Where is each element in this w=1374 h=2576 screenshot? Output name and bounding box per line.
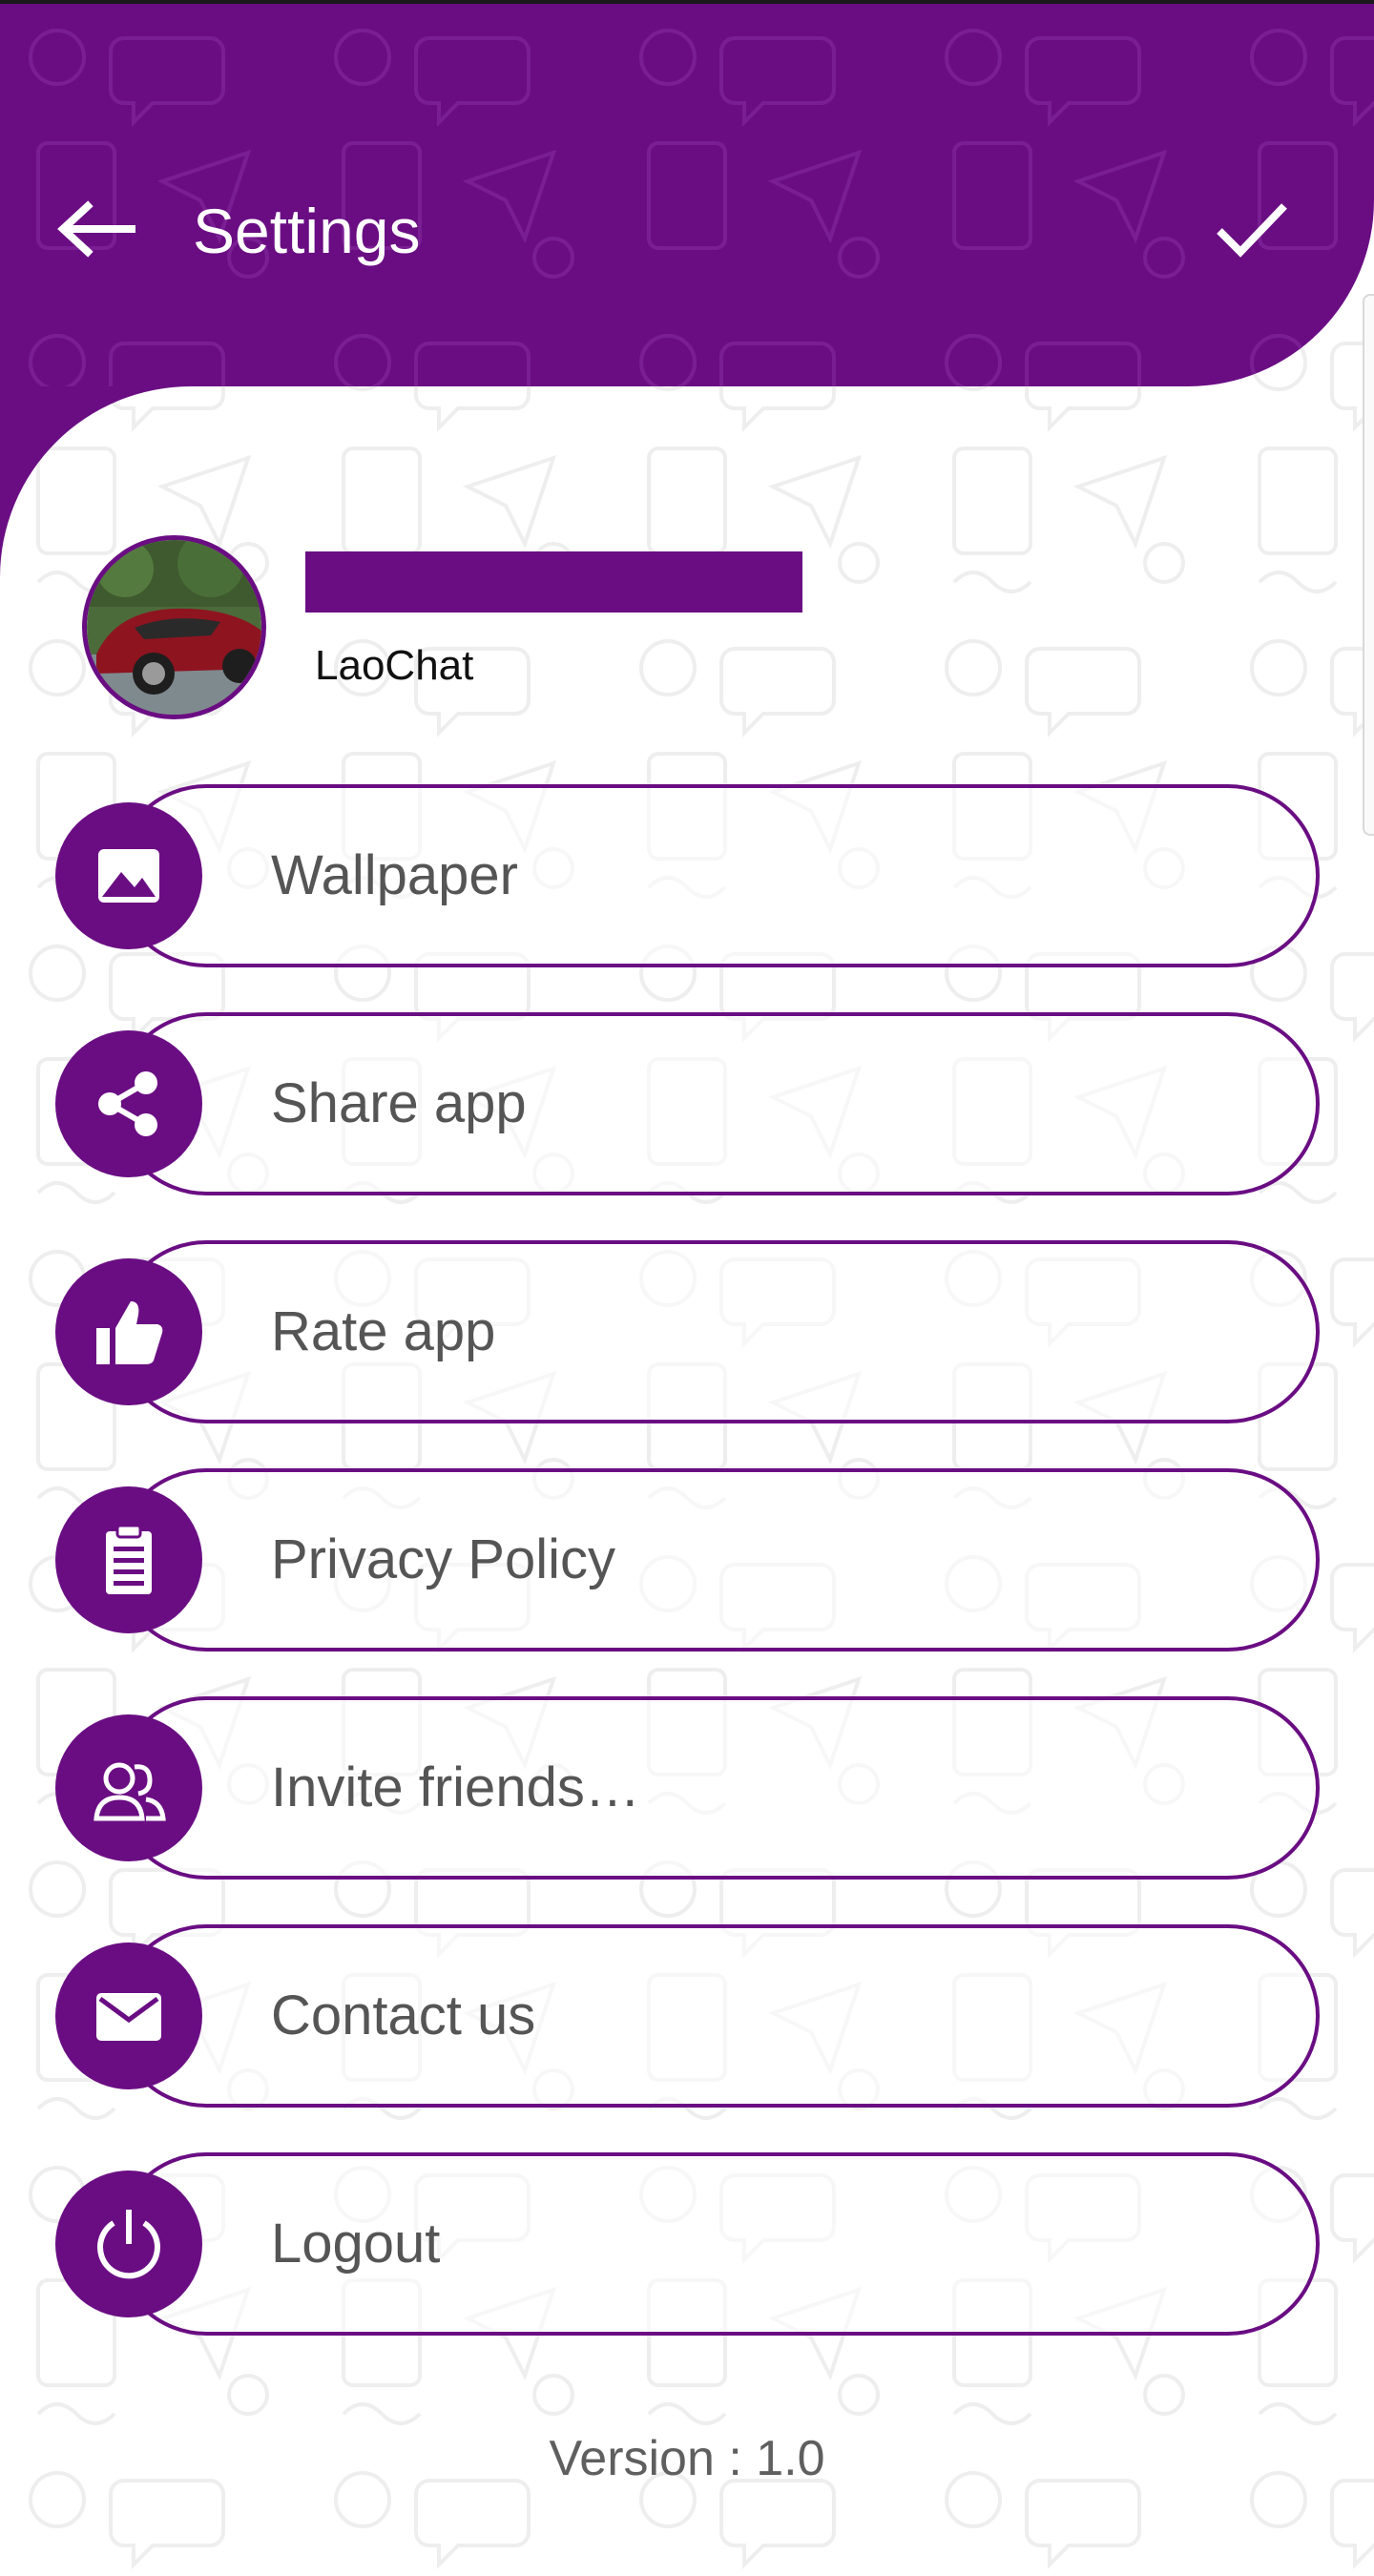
envelope-icon [96,1993,161,2041]
version-text: Version : 1.0 [549,2431,825,2486]
menu-label: Wallpaper [271,844,518,906]
menu-icon-circle [55,1714,202,1861]
menu-icon-circle [55,2171,202,2317]
menu-icon-circle [55,1030,202,1177]
menu-icon-circle [55,1486,202,1633]
scrollbar[interactable] [1363,294,1374,836]
page-title: Settings [193,196,421,266]
menu-label: Logout [271,2212,441,2275]
checkmark-icon[interactable] [1214,198,1290,260]
profile-name-redacted [305,551,802,613]
menu-item-contact-us[interactable]: Contact us [55,1924,1320,2108]
menu-item-logout[interactable]: Logout [55,2152,1320,2336]
menu-item-invite-friends[interactable]: Invite friends… [55,1696,1320,1880]
status-bar-edge [0,0,1374,4]
image-icon [98,849,159,903]
app-name: LaoChat [315,642,474,689]
menu-icon-circle [55,1942,202,2089]
menu-label: Share app [271,1072,527,1134]
menu-item-share-app[interactable]: Share app [55,1012,1320,1195]
avatar[interactable] [82,535,266,719]
people-icon [94,1762,166,1821]
arrow-left-icon[interactable] [55,198,135,260]
menu-item-rate-app[interactable]: Rate app [55,1240,1320,1423]
menu-item-privacy-policy[interactable]: Privacy Policy [55,1468,1320,1652]
menu-label: Privacy Policy [271,1528,615,1590]
car-photo [87,540,261,715]
share-icon [98,1071,157,1136]
menu-icon-circle [55,1258,202,1405]
clipboard-icon [106,1524,152,1594]
menu-item-wallpaper[interactable]: Wallpaper [55,784,1320,967]
thumbs-up-icon [96,1301,163,1364]
menu-label: Invite friends… [271,1756,640,1818]
menu-label: Rate app [271,1300,496,1362]
menu-label: Contact us [271,1984,536,2046]
power-icon [97,2210,160,2279]
menu-icon-circle [55,802,202,949]
